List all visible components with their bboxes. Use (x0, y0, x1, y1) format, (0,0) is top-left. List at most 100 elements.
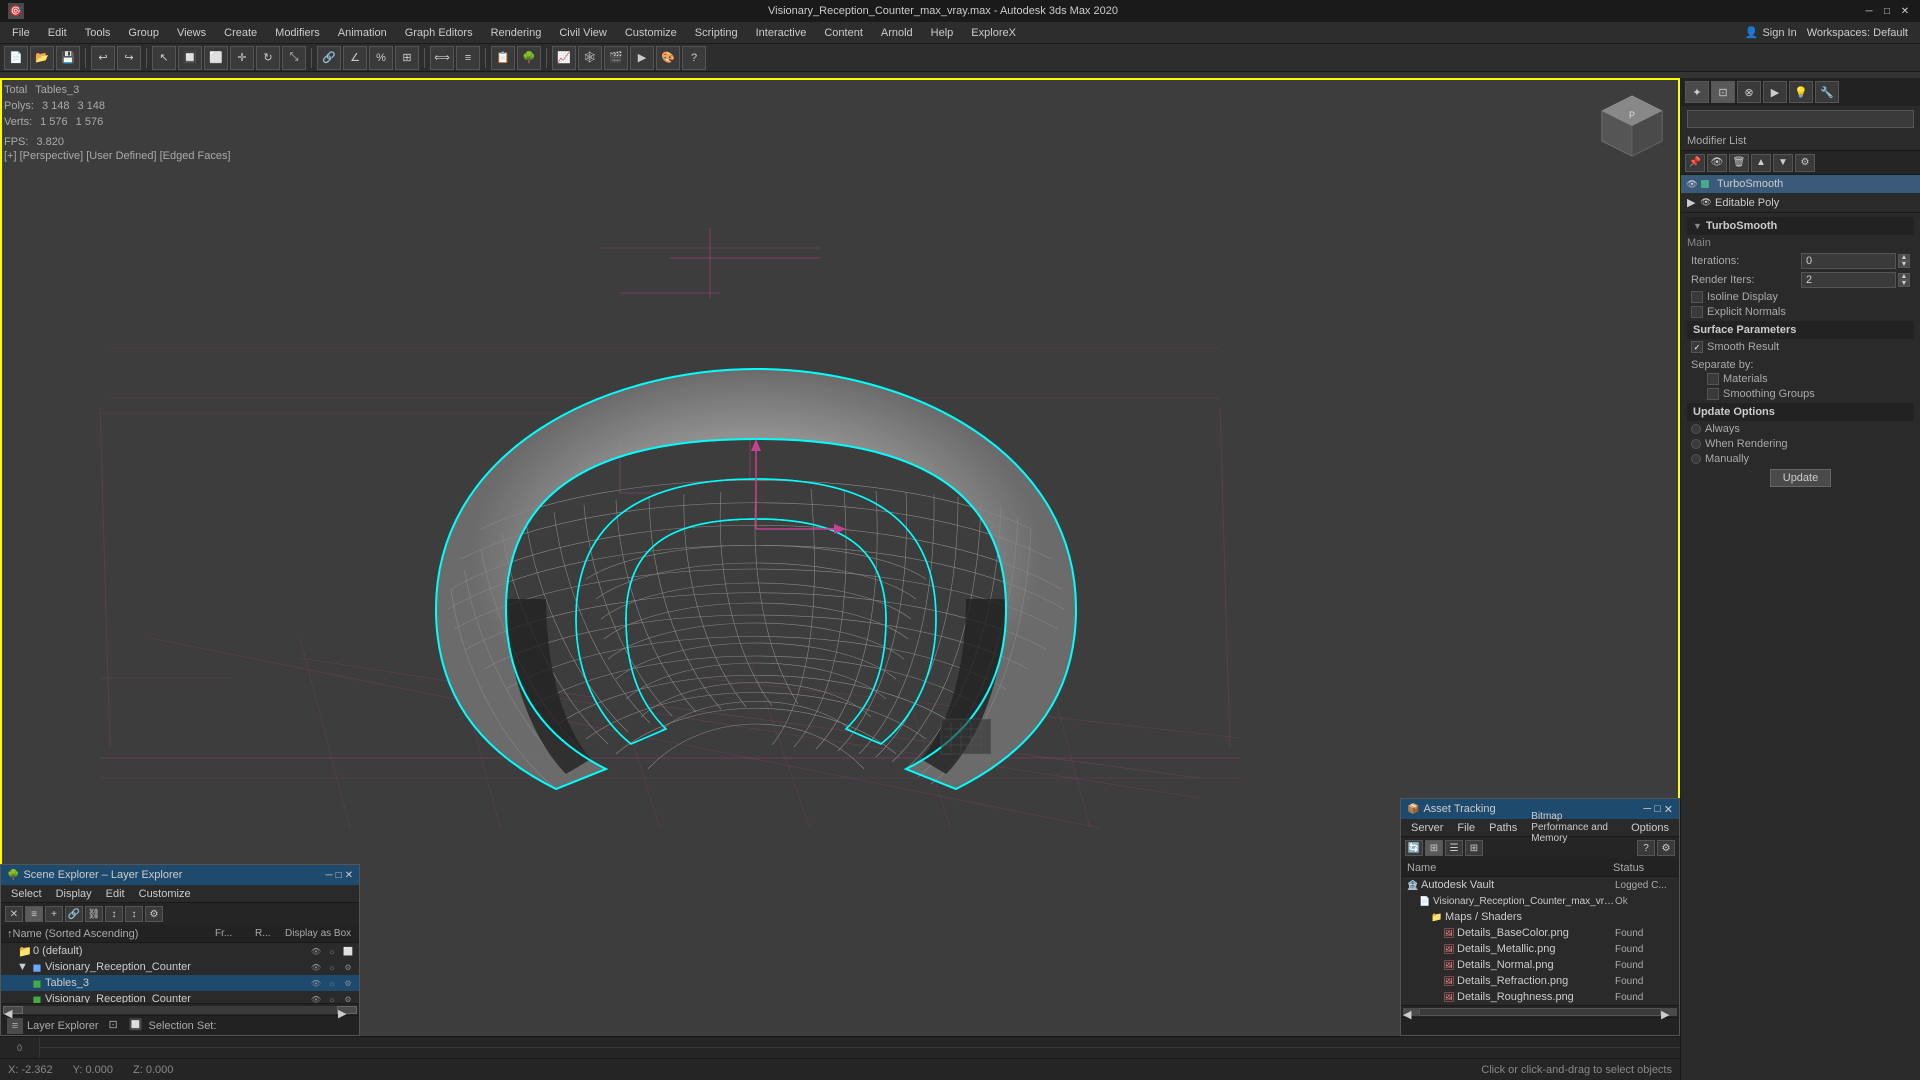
tables3-row[interactable]: ◼ Tables_3 👁 ☼ ⚙ (1, 975, 359, 991)
menu-explorex[interactable]: ExploreX (963, 25, 1024, 41)
editable-poly-modifier[interactable]: ▶ 👁 Editable Poly (1681, 193, 1920, 212)
se-maximize[interactable]: □ (336, 870, 342, 881)
menu-scripting[interactable]: Scripting (687, 25, 746, 41)
visionary-file-row[interactable]: 📄 Visionary_Reception_Counter_max_vray.m… (1401, 893, 1679, 909)
se-scrollbar[interactable]: ◀ ▶ (1, 1003, 359, 1015)
timeline[interactable]: 0 (0, 1036, 1680, 1058)
se-expand-btn[interactable]: ↕ (105, 906, 123, 922)
iterations-down[interactable]: ▼ (1898, 261, 1910, 268)
se-unlink-btn[interactable]: ⛓ (85, 906, 103, 922)
at-scroll-left[interactable]: ◀ (1403, 1008, 1419, 1016)
modify-tab[interactable]: ⊡ (1711, 81, 1735, 103)
at-bitmap-menu[interactable]: Bitmap Performance and Memory (1525, 811, 1623, 844)
curve-editor[interactable]: 📈 (552, 46, 576, 70)
se-display-menu[interactable]: Display (50, 888, 98, 900)
turbosmooth-header[interactable]: ▼ TurboSmooth (1687, 217, 1914, 235)
viewport-label[interactable]: [+] [Perspective] [User Defined] [Edged … (4, 150, 231, 162)
at-controls[interactable]: ─ □ ✕ (1643, 803, 1673, 816)
render-iters-value[interactable]: 2 (1801, 272, 1896, 288)
hierarchy-tab[interactable]: ⊗ (1737, 81, 1761, 103)
expand-arrow[interactable]: ▶ (1687, 196, 1697, 209)
box-btn[interactable]: ⬜ (341, 945, 355, 957)
se-scroll-right[interactable]: ▶ (337, 1006, 357, 1014)
at-view-btn[interactable]: ⊞ (1425, 840, 1443, 856)
explicit-normals-checkbox[interactable] (1691, 306, 1703, 318)
se-filter-btn[interactable]: ✕ (5, 906, 23, 922)
normal-row[interactable]: 🖼 Details_Normal.png Found (1401, 957, 1679, 973)
menu-rendering[interactable]: Rendering (483, 25, 550, 41)
se-edit-menu[interactable]: Edit (100, 888, 131, 900)
menu-modifiers[interactable]: Modifiers (267, 25, 328, 41)
menu-interactive[interactable]: Interactive (748, 25, 815, 41)
at-settings-btn[interactable]: ⚙ (1657, 840, 1675, 856)
settings-btn-4[interactable]: ⚙ (341, 993, 355, 1003)
save-button[interactable]: 💾 (56, 46, 80, 70)
render-setup[interactable]: 🎬 (604, 46, 628, 70)
menu-help[interactable]: Help (923, 25, 962, 41)
eye-btn[interactable]: 👁 (309, 945, 323, 957)
at-scroll-track[interactable] (1419, 1008, 1661, 1016)
move-modifier-up[interactable]: ▲ (1751, 154, 1771, 172)
render-iters-up[interactable]: ▲ (1898, 273, 1910, 280)
se-layers-btn[interactable]: ≡ (25, 906, 43, 922)
se-collapse-btn[interactable]: ↕ (125, 906, 143, 922)
update-options-header[interactable]: Update Options (1687, 403, 1914, 421)
iterations-value[interactable]: 0 (1801, 253, 1896, 269)
menu-animation[interactable]: Animation (330, 25, 395, 41)
utilities-tab[interactable]: 🔧 (1815, 81, 1839, 103)
at-refresh-btn[interactable]: 🔄 (1405, 840, 1423, 856)
new-button[interactable]: 📄 (4, 46, 28, 70)
view-cube[interactable]: P (1592, 86, 1672, 166)
motion-tab[interactable]: ▶ (1763, 81, 1787, 103)
render-btn-4[interactable]: ☼ (325, 993, 339, 1003)
editable-poly-visibility[interactable]: 👁 (1701, 198, 1711, 208)
at-scroll-right[interactable]: ▶ (1661, 1008, 1677, 1016)
open-button[interactable]: 📂 (30, 46, 54, 70)
se-close[interactable]: ✕ (345, 870, 353, 881)
maximize-button[interactable]: □ (1880, 4, 1894, 18)
delete-modifier[interactable]: 🗑 (1729, 154, 1749, 172)
help-button[interactable]: ? (682, 46, 706, 70)
minimize-button[interactable]: ─ (1862, 4, 1876, 18)
render-btn-3[interactable]: ☼ (325, 977, 339, 989)
mirror-button[interactable]: ⟺ (430, 46, 454, 70)
spinner-snap[interactable]: ⊞ (395, 46, 419, 70)
materials-checkbox[interactable] (1707, 373, 1719, 385)
at-file-menu[interactable]: File (1451, 822, 1481, 834)
rotate-button[interactable]: ↻ (256, 46, 280, 70)
redo-button[interactable]: ↪ (117, 46, 141, 70)
at-list-btn[interactable]: ☰ (1445, 840, 1463, 856)
se-select-menu[interactable]: Select (5, 888, 48, 900)
menu-arnold[interactable]: Arnold (873, 25, 921, 41)
autodesk-vault-row[interactable]: 🏦 Autodesk Vault Logged C... (1401, 877, 1679, 893)
menu-customize[interactable]: Customize (617, 25, 685, 41)
menu-group[interactable]: Group (120, 25, 167, 41)
schematic-view[interactable]: 🕸 (578, 46, 602, 70)
turbosmooth-visibility[interactable]: 👁 (1687, 179, 1697, 189)
display-tab[interactable]: 💡 (1789, 81, 1813, 103)
settings-btn-2[interactable]: ⚙ (341, 961, 355, 973)
at-paths-menu[interactable]: Paths (1483, 822, 1523, 834)
move-modifier-down[interactable]: ▼ (1773, 154, 1793, 172)
at-help-btn[interactable]: ? (1637, 840, 1655, 856)
timeline-start[interactable]: 0 (0, 1037, 40, 1058)
signin-button[interactable]: 👤 Sign In (1745, 26, 1797, 39)
reception-counter-row[interactable]: ▼ ◼ Visionary_Reception_Counter 👁 ☼ ⚙ (1, 959, 359, 975)
undo-button[interactable]: ↩ (91, 46, 115, 70)
render-iters-down[interactable]: ▼ (1898, 280, 1910, 287)
manually-radio[interactable] (1691, 454, 1701, 464)
snap-toggle[interactable]: 🔗 (317, 46, 341, 70)
refraction-row[interactable]: 🖼 Details_Refraction.png Found (1401, 973, 1679, 989)
render-btn-2[interactable]: ☼ (325, 961, 339, 973)
layer-default-row[interactable]: 📁 0 (default) 👁 ☼ ⬜ (1, 943, 359, 959)
layer-explorer-icon[interactable]: ≡ (7, 1018, 23, 1034)
percent-snap[interactable]: % (369, 46, 393, 70)
surface-params-header[interactable]: Surface Parameters (1687, 321, 1914, 339)
selection-set-icon[interactable]: 🔲 (129, 1018, 145, 1034)
menu-views[interactable]: Views (169, 25, 214, 41)
at-close[interactable]: ✕ (1664, 803, 1673, 816)
iterations-spinner[interactable]: ▲ ▼ (1898, 254, 1910, 268)
select-button[interactable]: ↖ (152, 46, 176, 70)
create-tab[interactable]: ✦ (1685, 81, 1709, 103)
at-grid-btn[interactable]: ⊞ (1465, 840, 1483, 856)
